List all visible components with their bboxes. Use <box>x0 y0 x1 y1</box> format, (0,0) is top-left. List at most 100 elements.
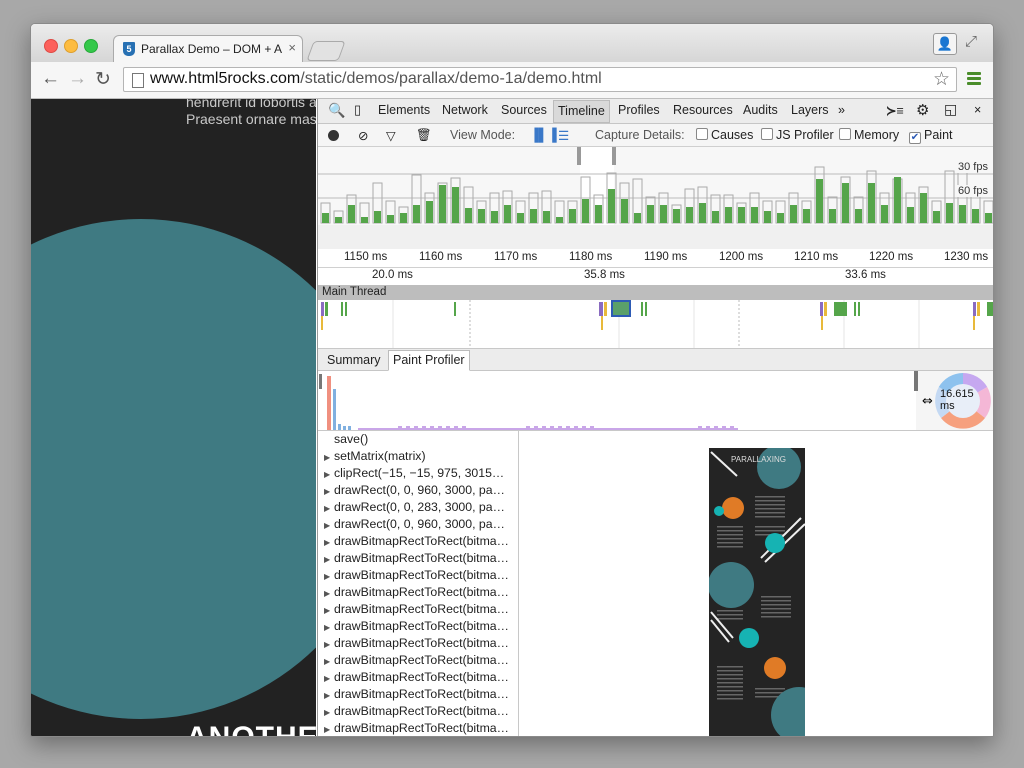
browser-tab[interactable]: 5 Parallax Demo – DOM + A × <box>113 35 303 62</box>
frames-overview[interactable]: 30 fps 60 fps <box>318 147 993 250</box>
expand-arrow-icon[interactable]: ▶ <box>324 636 334 652</box>
expand-arrow-icon[interactable]: ▶ <box>324 704 334 720</box>
filter-icon[interactable]: ▽ <box>386 128 396 143</box>
frames-view-icon[interactable]: ▐▌▐ <box>530 128 557 142</box>
paint-command-item[interactable]: ▶ drawBitmapRectToRect(bitma… <box>318 720 518 736</box>
paint-checkbox[interactable]: ✔ Paint <box>909 128 953 144</box>
fullscreen-icon[interactable]: ⤢ <box>965 33 977 50</box>
profile-icon[interactable]: 👤 <box>933 33 957 55</box>
close-tab-icon[interactable]: × <box>288 40 296 55</box>
close-window-button[interactable] <box>44 39 58 53</box>
expand-arrow-icon[interactable]: ▶ <box>324 449 334 465</box>
record-button[interactable] <box>328 130 339 141</box>
selection-handle-right[interactable] <box>612 147 616 165</box>
url-text[interactable]: www.html5rocks.com/static/demos/parallax… <box>150 70 602 88</box>
expand-arrow-icon[interactable]: ▶ <box>324 619 334 635</box>
bookmark-star-icon[interactable]: ☆ <box>933 68 950 91</box>
expand-arrow-icon[interactable]: ▶ <box>324 551 334 567</box>
js-profiler-checkbox[interactable]: JS Profiler <box>761 128 834 142</box>
dock-side-icon[interactable]: ◱ <box>944 101 957 118</box>
expand-arrow-icon[interactable]: ▶ <box>324 585 334 601</box>
expand-arrow-icon[interactable]: ▶ <box>324 670 334 686</box>
memory-checkbox-box[interactable] <box>839 128 851 140</box>
maximize-window-button[interactable] <box>84 39 98 53</box>
flame-chart-svg <box>321 300 993 348</box>
tab-summary[interactable]: Summary <box>327 353 380 367</box>
settings-gear-icon[interactable]: ⚙ <box>916 101 929 119</box>
paint-command-item[interactable]: ▶ drawRect(0, 0, 960, 3000, pa… <box>318 516 518 533</box>
main-thread-header[interactable]: Main Thread <box>318 285 993 300</box>
teal-circle <box>31 219 316 719</box>
paint-command-item[interactable]: ▶ drawRect(0, 0, 960, 3000, pa… <box>318 482 518 499</box>
tab-network[interactable]: Network <box>442 103 488 117</box>
paint-command-item[interactable]: ▶ drawBitmapRectToRect(bitma… <box>318 584 518 601</box>
js-profiler-checkbox-box[interactable] <box>761 128 773 140</box>
paint-command-item[interactable]: ▶ drawBitmapRectToRect(bitma… <box>318 533 518 550</box>
causes-checkbox-box[interactable] <box>696 128 708 140</box>
paint-command-item[interactable]: ▶ drawBitmapRectToRect(bitma… <box>318 567 518 584</box>
paint-profiler-overview[interactable]: ⇔ 16.615 ms <box>318 371 993 431</box>
paint-command-item[interactable]: ▶ drawBitmapRectToRect(bitma… <box>318 635 518 652</box>
expand-arrow-icon[interactable]: ▶ <box>324 534 334 550</box>
menu-icon[interactable] <box>967 72 981 87</box>
paint-checkbox-box[interactable]: ✔ <box>909 132 921 144</box>
close-devtools-icon[interactable]: × <box>974 103 981 117</box>
expand-arrow-icon[interactable]: ▶ <box>324 721 334 736</box>
paint-command-item[interactable]: ▶ drawBitmapRectToRect(bitma… <box>318 652 518 669</box>
console-drawer-icon[interactable]: ≻≡ <box>886 103 904 118</box>
paint-command-item[interactable]: ▶ clipRect(−15, −15, 975, 3015… <box>318 465 518 482</box>
expand-arrow-icon[interactable]: ▶ <box>324 500 334 516</box>
clear-icon[interactable]: ⊘ <box>358 128 368 143</box>
expand-arrow-icon[interactable]: ▶ <box>324 483 334 499</box>
expand-arrow-icon[interactable]: ▶ <box>324 687 334 703</box>
frame-bar-paint <box>478 209 485 223</box>
tab-sources[interactable]: Sources <box>501 103 547 117</box>
frame-duration[interactable]: 33.6 ms <box>845 269 886 281</box>
paint-total-time: 16.615 ms <box>940 388 974 412</box>
reload-icon[interactable]: ↻ <box>95 68 111 91</box>
expand-arrow-icon[interactable]: ▶ <box>324 653 334 669</box>
paint-command-item[interactable]: ▶ setMatrix(matrix) <box>318 448 518 465</box>
forward-icon[interactable]: → <box>68 68 87 90</box>
paint-command-item[interactable]: ▶ drawBitmapRectToRect(bitma… <box>318 686 518 703</box>
trash-icon[interactable]: 🗑 <box>416 128 432 143</box>
tab-elements[interactable]: Elements <box>378 103 430 117</box>
frame-duration[interactable]: 35.8 ms <box>584 269 625 281</box>
tab-profiles[interactable]: Profiles <box>618 103 660 117</box>
back-icon[interactable]: ← <box>41 68 60 90</box>
expand-arrow-icon[interactable]: ▶ <box>324 466 334 482</box>
frame-bar-paint <box>881 205 888 223</box>
expand-arrow-icon[interactable]: ▶ <box>324 517 334 533</box>
ruler-tick: 1180 ms <box>569 251 613 263</box>
events-view-icon[interactable]: ☰ <box>558 128 569 143</box>
frame-bar-paint <box>725 207 732 223</box>
paint-command-item[interactable]: save() <box>318 431 518 448</box>
new-tab-button[interactable] <box>306 41 346 61</box>
paint-command-item[interactable]: ▶ drawBitmapRectToRect(bitma… <box>318 550 518 567</box>
minimize-window-button[interactable] <box>64 39 78 53</box>
paint-command-item[interactable]: ▶ drawBitmapRectToRect(bitma… <box>318 703 518 720</box>
paint-command-item[interactable]: ▶ drawBitmapRectToRect(bitma… <box>318 669 518 686</box>
tab-resources[interactable]: Resources <box>673 103 733 117</box>
causes-checkbox[interactable]: Causes <box>696 128 753 142</box>
more-tabs-button[interactable]: » <box>838 103 845 117</box>
device-mode-icon[interactable]: ▯ <box>354 102 361 118</box>
memory-checkbox[interactable]: Memory <box>839 128 899 142</box>
tab-paint-profiler[interactable]: Paint Profiler <box>388 350 470 371</box>
frame-bar-paint <box>894 177 901 223</box>
expand-arrow-icon[interactable]: ▶ <box>324 602 334 618</box>
address-bar[interactable]: www.html5rocks.com/static/demos/parallax… <box>123 67 957 92</box>
frame-duration[interactable]: 20.0 ms <box>372 269 413 281</box>
paint-command-text: drawBitmapRectToRect(bitma… <box>334 653 509 667</box>
paint-command-item[interactable]: ▶ drawBitmapRectToRect(bitma… <box>318 601 518 618</box>
tab-audits[interactable]: Audits <box>743 103 778 117</box>
main-thread-flame-chart[interactable] <box>318 300 993 349</box>
expand-arrow-icon[interactable]: ▶ <box>324 568 334 584</box>
selection-handle-left[interactable] <box>577 147 581 165</box>
paint-command-item[interactable]: ▶ drawRect(0, 0, 283, 3000, pa… <box>318 499 518 516</box>
inspect-search-icon[interactable]: 🔍 <box>328 102 345 119</box>
tab-layers[interactable]: Layers <box>791 103 829 117</box>
paint-command-item[interactable]: ▶ drawBitmapRectToRect(bitma… <box>318 618 518 635</box>
tab-timeline[interactable]: Timeline <box>553 100 610 123</box>
frame-bar-paint <box>361 217 368 223</box>
